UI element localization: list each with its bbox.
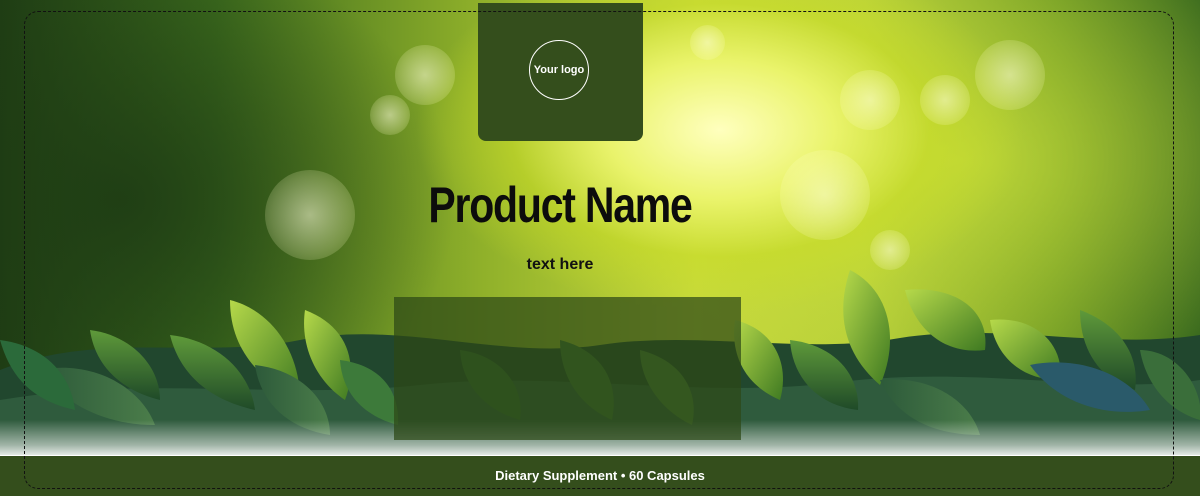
bokeh-light bbox=[840, 70, 900, 130]
bokeh-light bbox=[690, 25, 725, 60]
bokeh-light bbox=[920, 75, 970, 125]
bokeh-light bbox=[395, 45, 455, 105]
logo-placeholder[interactable]: Your logo bbox=[529, 40, 589, 100]
bokeh-light bbox=[370, 95, 410, 135]
logo-tab: Your logo bbox=[478, 3, 643, 141]
bokeh-light bbox=[780, 150, 870, 240]
bokeh-light bbox=[975, 40, 1045, 110]
bokeh-light bbox=[265, 170, 355, 260]
product-label: Your logo Product Name text here Dietary… bbox=[0, 0, 1200, 496]
product-subtitle[interactable]: text here bbox=[460, 256, 660, 274]
footer-text[interactable]: Dietary Supplement • 60 Capsules bbox=[495, 466, 705, 483]
info-text-panel[interactable] bbox=[394, 297, 741, 440]
footer-band: Dietary Supplement • 60 Capsules bbox=[0, 456, 1200, 496]
product-name-title[interactable]: Product Name bbox=[396, 180, 724, 230]
logo-text: Your logo bbox=[533, 64, 585, 76]
